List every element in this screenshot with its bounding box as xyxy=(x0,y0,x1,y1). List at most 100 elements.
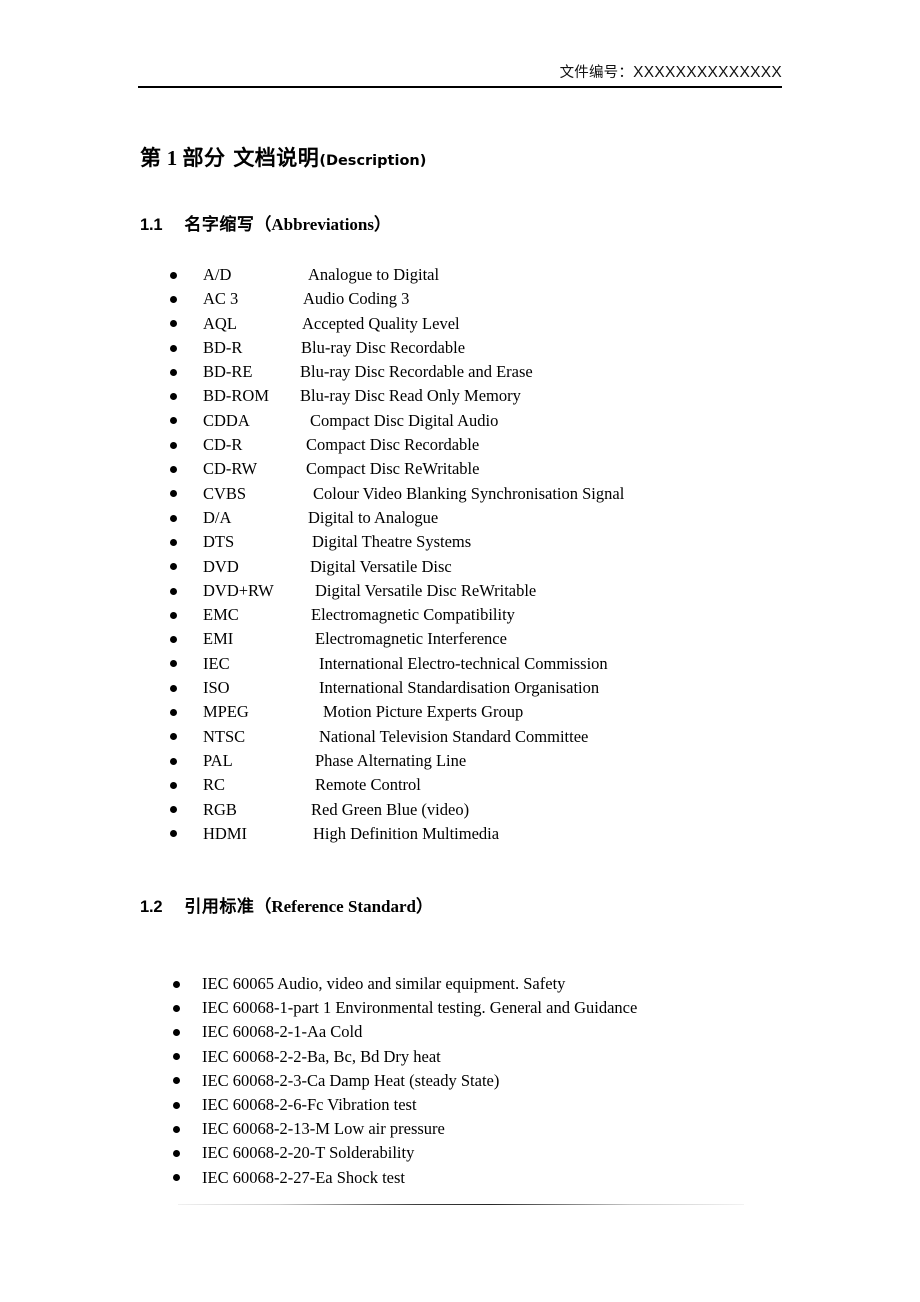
reference-standard-row: IEC 60065 Audio, video and similar equip… xyxy=(0,972,920,996)
abbreviation-row: BD-R Blu-ray Disc Recordable xyxy=(0,336,920,360)
bullet-icon xyxy=(173,1028,180,1036)
abbreviation-term: A/D xyxy=(203,265,232,284)
abbreviation-description: National Television Standard Committee xyxy=(319,726,589,746)
abbreviation-term: PAL xyxy=(203,750,233,770)
abbreviation-row: RGB Red Green Blue (video) xyxy=(0,798,920,822)
page-footer-rule xyxy=(178,1204,744,1205)
abbreviation-row: CDDA Compact Disc Digital Audio xyxy=(0,409,920,433)
reference-standard-text: IEC 60068-2-20-T Solderability xyxy=(202,1143,415,1163)
bullet-icon xyxy=(170,611,177,619)
section-1-2-number: 1.2 xyxy=(140,898,163,916)
section-1-1-number: 1.1 xyxy=(140,216,163,234)
abbreviation-term: AC 3 xyxy=(203,289,239,309)
bullet-icon xyxy=(170,393,177,401)
bullet-icon xyxy=(170,733,177,741)
abbreviation-term: HDMI xyxy=(203,823,247,843)
bullet-icon xyxy=(173,1053,180,1061)
abbreviation-term: ISO xyxy=(203,678,230,698)
abbreviation-term: CD-R xyxy=(203,435,243,455)
abbreviations-list: A/D Analogue to Digital AC 3 Audio Coding 3… xyxy=(0,263,920,846)
chapter-number: 1 xyxy=(166,146,178,170)
abbreviation-description: Electromagnetic Interference xyxy=(315,629,507,649)
abbreviation-row: ISO International Standardisation Organis… xyxy=(0,676,920,700)
abbreviation-row: D/A Digital to Analogue xyxy=(0,506,920,530)
abbreviation-term: DVD+RW xyxy=(203,580,274,600)
section-heading-1-1: 1.1 名字缩写（Abbreviations） xyxy=(140,210,391,235)
bullet-icon xyxy=(170,684,177,692)
reference-standard-row: IEC 60068-2-2-Ba, Bc, Bd Dry heat xyxy=(0,1045,920,1069)
abbreviation-term: EMC xyxy=(203,605,239,625)
abbreviation-description: Remote Control xyxy=(315,775,421,795)
bullet-icon xyxy=(170,587,177,595)
reference-standard-text: IEC 60068-2-27-Ea Shock test xyxy=(202,1167,406,1187)
abbreviation-description: High Definition Multimedia xyxy=(313,823,500,843)
reference-standard-text: IEC 60065 Audio, video and similar equip… xyxy=(202,974,566,993)
document-number-label: 文件编号： xyxy=(559,65,634,81)
abbreviation-row: NTSC National Television Standard Committ… xyxy=(0,725,920,749)
abbreviation-row: A/D Analogue to Digital xyxy=(0,263,920,287)
chapter-prefix: 第 xyxy=(140,146,162,170)
reference-standard-row: IEC 60068-2-20-T Solderability xyxy=(0,1141,920,1165)
abbreviation-description: International Standardisation Organisati… xyxy=(319,678,600,698)
chapter-heading: 第 1 部分 文档说明(Description) xyxy=(140,142,426,172)
bullet-icon xyxy=(170,271,177,279)
bullet-icon xyxy=(170,344,177,352)
abbreviation-row: AC 3 Audio Coding 3 xyxy=(0,287,920,311)
abbreviation-term: RGB xyxy=(203,799,237,819)
abbreviation-description: Motion Picture Experts Group xyxy=(323,702,524,722)
bullet-icon xyxy=(170,757,177,765)
abbreviation-description: Compact Disc Recordable xyxy=(306,435,480,455)
abbreviation-row: DVD Digital Versatile Disc xyxy=(0,555,920,579)
abbreviation-description: Blu-ray Disc Recordable and Erase xyxy=(300,362,533,382)
abbreviation-description: Accepted Quality Level xyxy=(302,313,460,333)
abbreviation-description: Digital to Analogue xyxy=(308,507,439,527)
abbreviation-term: EMI xyxy=(203,629,234,649)
bullet-icon xyxy=(173,1004,180,1012)
reference-standard-row: IEC 60068-2-6-Fc Vibration test xyxy=(0,1093,920,1117)
abbreviation-description: Digital Theatre Systems xyxy=(312,532,472,552)
abbreviation-description: Compact Disc Digital Audio xyxy=(310,410,499,430)
abbreviation-row: RC Remote Control xyxy=(0,773,920,797)
abbreviation-description: Digital Versatile Disc ReWritable xyxy=(315,580,537,600)
bullet-icon xyxy=(173,980,180,988)
reference-standard-text: IEC 60068-2-6-Fc Vibration test xyxy=(202,1094,417,1114)
abbreviation-term: CD-RW xyxy=(203,459,258,479)
abbreviation-row: BD-ROM Blu-ray Disc Read Only Memory xyxy=(0,384,920,408)
bullet-icon xyxy=(170,441,177,449)
abbreviation-description: Electromagnetic Compatibility xyxy=(311,605,515,625)
abbreviation-description: Analogue to Digital xyxy=(308,265,440,284)
abbreviation-row: EMI Electromagnetic Interference xyxy=(0,627,920,651)
abbreviation-row: BD-RE Blu-ray Disc Recordable and Erase xyxy=(0,360,920,384)
abbreviation-term: NTSC xyxy=(203,726,246,746)
reference-standard-row: IEC 60068-2-13-M Low air pressure xyxy=(0,1117,920,1141)
abbreviation-description: International Electro-technical Commissi… xyxy=(319,653,608,673)
abbreviation-term: AQL xyxy=(203,313,237,333)
abbreviation-row: DTS Digital Theatre Systems xyxy=(0,530,920,554)
abbreviation-row: AQL Accepted Quality Level xyxy=(0,312,920,336)
abbreviation-term: RC xyxy=(203,775,226,795)
bullet-icon xyxy=(173,1077,180,1085)
abbreviation-row: IEC International Electro-technical Commi… xyxy=(0,652,920,676)
bullet-icon xyxy=(170,563,177,571)
bullet-icon xyxy=(170,538,177,546)
abbreviation-term: BD-ROM xyxy=(203,386,270,406)
bullet-icon xyxy=(170,514,177,522)
bullet-icon xyxy=(173,1125,180,1133)
bullet-icon xyxy=(173,1101,180,1109)
abbreviation-term: MPEG xyxy=(203,702,249,722)
abbreviation-description: Red Green Blue (video) xyxy=(311,799,470,819)
bullet-icon xyxy=(170,830,177,838)
chapter-suffix: 部分 xyxy=(182,146,226,170)
abbreviation-row: HDMI High Definition Multimedia xyxy=(0,822,920,846)
section-1-2-title-cn: 引用标准 xyxy=(184,897,255,917)
bullet-icon xyxy=(170,806,177,814)
abbreviation-description: Phase Alternating Line xyxy=(315,750,467,770)
reference-standard-row: IEC 60068-2-3-Ca Damp Heat (steady State… xyxy=(0,1069,920,1093)
abbreviation-row: CVBS Colour Video Blanking Synchronisatio… xyxy=(0,482,920,506)
abbreviation-row: EMC Electromagnetic Compatibility xyxy=(0,603,920,627)
bullet-icon xyxy=(170,660,177,668)
section-1-1-title-cn: 名字缩写 xyxy=(184,215,255,235)
bullet-icon xyxy=(170,295,177,303)
abbreviation-row: CD-R Compact Disc Recordable xyxy=(0,433,920,457)
bullet-icon xyxy=(170,320,177,328)
